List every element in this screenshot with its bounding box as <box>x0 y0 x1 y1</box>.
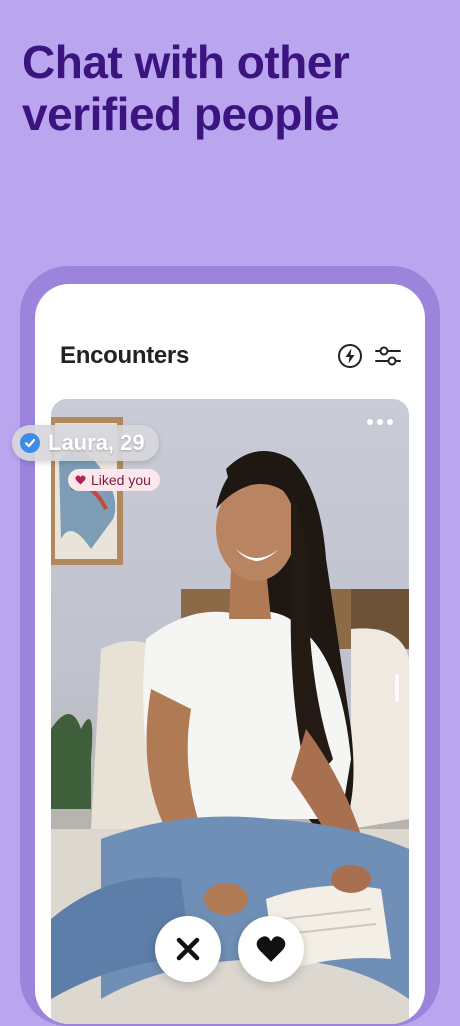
like-button[interactable] <box>238 916 304 982</box>
photo-scroll-indicator <box>395 674 399 702</box>
lightning-icon <box>338 344 362 368</box>
more-options-button[interactable] <box>367 419 393 425</box>
headline-line-1: Chat with other <box>22 36 350 88</box>
heart-icon <box>75 475 86 485</box>
liked-you-badge: Liked you <box>68 469 160 491</box>
promo-headline: Chat with other verified people <box>22 36 442 140</box>
phone-screen: Encounters <box>35 284 425 1024</box>
headline-line-2: verified people <box>22 88 340 140</box>
profile-name-badge: Laura, 29 <box>12 425 159 461</box>
filters-button[interactable] <box>373 342 403 370</box>
liked-you-label: Liked you <box>91 472 151 488</box>
more-dot <box>367 419 373 425</box>
verified-icon <box>20 433 40 453</box>
close-icon <box>176 937 200 961</box>
more-dot <box>387 419 393 425</box>
heart-icon <box>256 936 286 962</box>
profile-name-age: Laura, 29 <box>48 430 145 455</box>
profile-photo-illustration <box>51 417 409 1024</box>
more-dot <box>377 419 383 425</box>
page-title: Encounters <box>60 342 190 369</box>
filters-icon <box>375 346 401 366</box>
pass-button[interactable] <box>155 916 221 982</box>
boost-button[interactable] <box>336 342 364 370</box>
profile-photo[interactable] <box>51 399 409 1024</box>
